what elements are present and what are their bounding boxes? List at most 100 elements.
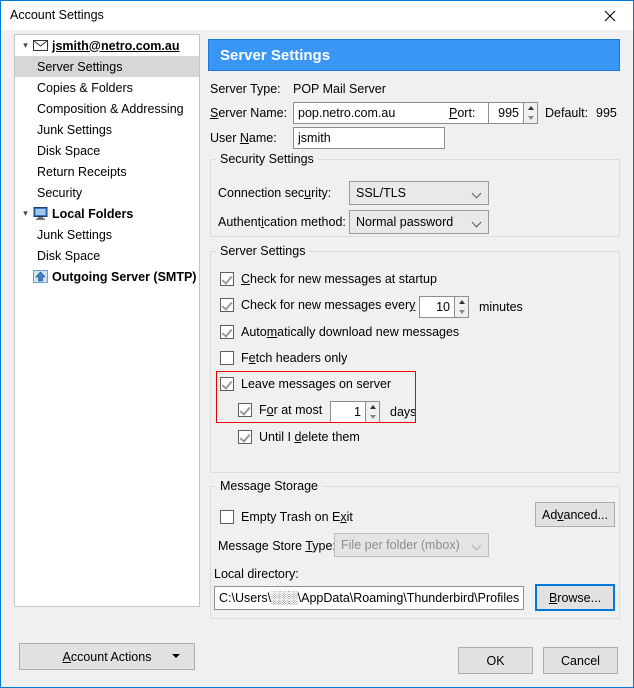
check-every-label: Check for new messages every [241,298,416,312]
sidebar-item-local-junk-settings[interactable]: Junk Settings [15,224,199,245]
chevron-down-icon[interactable]: ▾ [19,208,32,219]
sidebar-item-account-jsmith[interactable]: ▾ jsmith@netro.com.au [15,35,199,56]
sidebar-item-label: Copies & Folders [37,80,133,95]
sidebar-item-label: Composition & Addressing [37,101,184,116]
sidebar-item-label: Disk Space [37,248,101,263]
for-at-most-input[interactable] [330,401,366,423]
default-port-label: Default: [545,106,589,120]
check-every-input[interactable] [419,296,455,318]
settings-tree[interactable]: ▾ jsmith@netro.com.au Server Settings Co… [14,34,200,607]
advanced-button-label: Advanced... [541,507,609,522]
auth-method-select[interactable]: Normal password [349,210,489,234]
auto-download-row[interactable]: Automatically download new messages [220,325,459,339]
sidebar-item-local-disk-space[interactable]: Disk Space [15,245,199,266]
for-at-most-spinner[interactable] [366,401,380,423]
check-startup-label: Check for new messages at startup [241,272,437,286]
auto-download-checkbox[interactable] [220,325,234,339]
connection-security-value: SSL/TLS [356,186,407,200]
leave-messages-checkbox[interactable] [220,377,234,391]
account-settings-window: Account Settings ▾ jsmith@netro.com.au S… [0,0,634,688]
check-every-checkbox[interactable] [220,298,234,312]
sidebar-item-disk-space[interactable]: Disk Space [15,140,199,161]
spinner-up-icon[interactable] [366,402,379,412]
auth-method-value: Normal password [356,215,454,229]
minutes-label: minutes [479,300,523,314]
envelope-icon [32,39,48,53]
sidebar-item-label: Disk Space [37,143,101,158]
close-icon[interactable] [587,1,633,30]
for-at-most-row[interactable]: For at most [238,403,322,417]
sidebar-item-label: Server Settings [37,59,123,74]
empty-trash-row[interactable]: Empty Trash on Exit [220,510,353,524]
sidebar-item-return-receipts[interactable]: Return Receipts [15,161,199,182]
account-actions-button[interactable]: Account Actions [19,643,195,670]
sidebar-item-label: Junk Settings [37,227,113,242]
user-name-input[interactable] [293,127,445,149]
server-type-value: POP Mail Server [293,82,386,96]
message-storage-title: Message Storage [216,479,322,493]
sidebar-item-server-settings[interactable]: Server Settings [15,56,199,77]
sidebar-item-label: Outgoing Server (SMTP) [52,269,197,284]
sidebar-item-label: Local Folders [52,206,134,221]
empty-trash-label: Empty Trash on Exit [241,510,353,524]
fetch-headers-label: Fetch headers only [241,351,348,365]
local-directory-input[interactable] [214,586,524,610]
sidebar-item-label: Junk Settings [37,122,113,137]
spinner-down-icon[interactable] [455,307,468,317]
days-label: days [390,405,417,419]
ok-button[interactable]: OK [458,647,533,674]
spinner-down-icon[interactable] [524,113,537,123]
advanced-button[interactable]: Advanced... [535,502,615,527]
for-at-most-label: For at most [259,403,323,417]
local-directory-label: Local directory: [214,567,299,581]
spinner-up-icon[interactable] [524,103,537,113]
for-at-most-checkbox[interactable] [238,403,252,417]
check-every-row[interactable]: Check for new messages every [220,298,415,312]
port-spinner[interactable] [524,102,538,124]
sidebar-item-label: Return Receipts [37,164,127,179]
account-actions-label: Account Actions [62,649,152,664]
until-delete-row[interactable]: Until I delete them [238,430,360,444]
sidebar-item-copies-folders[interactable]: Copies & Folders [15,77,199,98]
auth-method-label: Authentication method: [218,215,346,229]
leave-messages-row[interactable]: Leave messages on server [220,377,391,391]
until-delete-label: Until I delete them [259,430,360,444]
store-type-value: File per folder (mbox) [341,538,460,552]
server-type-label: Server Type: [210,82,281,96]
fetch-headers-checkbox[interactable] [220,351,234,365]
empty-trash-checkbox[interactable] [220,510,234,524]
chevron-down-icon [172,654,180,658]
default-port-value: 995 [596,106,617,120]
dialog-body: ▾ jsmith@netro.com.au Server Settings Co… [1,30,633,687]
port-label: Port: [449,106,476,120]
title-bar: Account Settings [1,1,633,30]
port-input[interactable] [488,102,524,124]
chevron-down-icon[interactable]: ▾ [19,40,32,51]
sidebar-item-security[interactable]: Security [15,182,199,203]
cancel-button[interactable]: Cancel [543,647,618,674]
until-delete-checkbox[interactable] [238,430,252,444]
sidebar-item-local-folders[interactable]: ▾ Local Folders [15,203,199,224]
server-settings-pane: Server Settings Server Type: POP Mail Se… [208,34,621,634]
sidebar-item-outgoing-server-smtp[interactable]: Outgoing Server (SMTP) [15,266,199,287]
check-startup-checkbox[interactable] [220,272,234,286]
connection-security-label: Connection security: [218,186,332,200]
connection-security-select[interactable]: SSL/TLS [349,181,489,205]
browse-button[interactable]: Browse... [535,584,615,611]
sidebar-item-composition-addressing[interactable]: Composition & Addressing [15,98,199,119]
fetch-headers-row[interactable]: Fetch headers only [220,351,347,365]
store-type-select: File per folder (mbox) [334,533,489,557]
check-startup-row[interactable]: Check for new messages at startup [220,272,437,286]
sidebar-item-label: Security [37,185,83,200]
spinner-down-icon[interactable] [366,412,379,422]
page-title: Server Settings [208,39,620,71]
chevron-down-icon [471,188,482,199]
spinner-up-icon[interactable] [455,297,468,307]
smtp-icon [32,270,48,284]
leave-messages-label: Leave messages on server [241,377,392,391]
window-title: Account Settings [10,8,104,22]
chevron-down-icon [471,540,482,551]
sidebar-item-junk-settings[interactable]: Junk Settings [15,119,199,140]
chevron-down-icon [471,217,482,228]
check-every-spinner[interactable] [455,296,469,318]
